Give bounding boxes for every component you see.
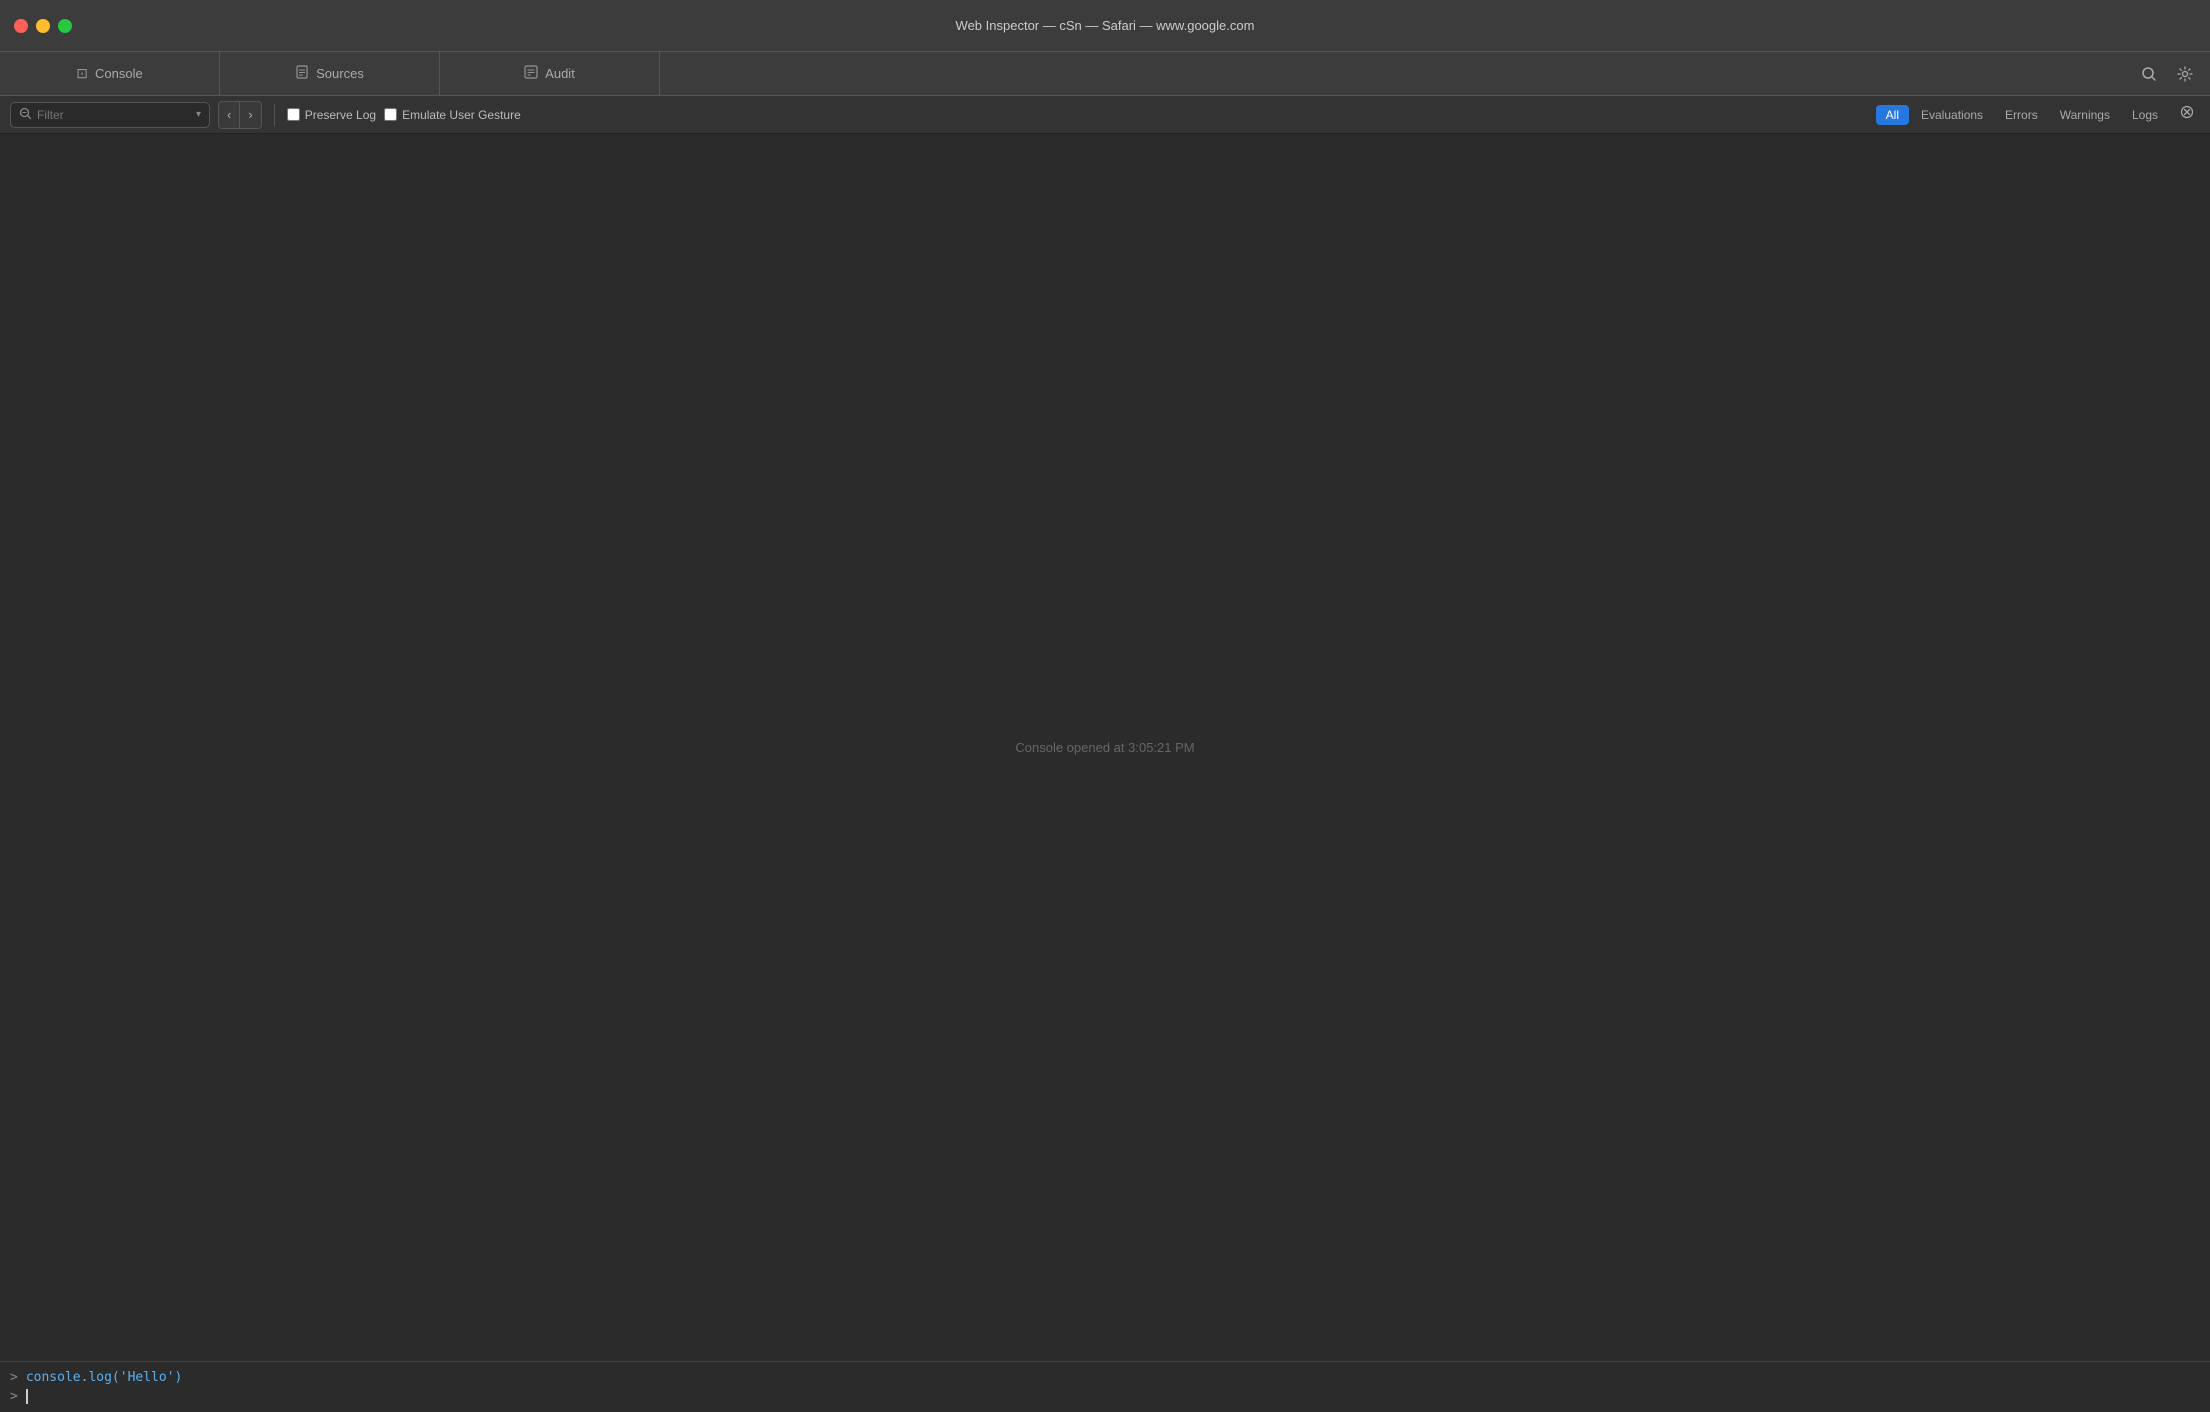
- filter-tab-errors[interactable]: Errors: [1995, 105, 2048, 125]
- tab-sources[interactable]: Sources: [220, 52, 440, 95]
- tab-audit[interactable]: Audit: [440, 52, 660, 95]
- sources-tab-label: Sources: [316, 66, 364, 81]
- settings-button[interactable]: [2170, 60, 2200, 88]
- tab-console[interactable]: ⊡ Console: [0, 52, 220, 95]
- console-content: Console opened at 3:05:21 PM > console.l…: [0, 134, 2210, 1412]
- filter-tab-evaluations[interactable]: Evaluations: [1911, 105, 1993, 125]
- console-opened-text: Console opened at 3:05:21 PM: [1015, 740, 1194, 755]
- tab-actions: [2124, 52, 2210, 95]
- console-history-code: console.log('Hello'): [26, 1370, 183, 1385]
- filter-search-icon: [19, 107, 32, 123]
- audit-tab-label: Audit: [545, 66, 575, 81]
- filter-tab-warnings[interactable]: Warnings: [2050, 105, 2120, 125]
- preserve-log-label[interactable]: Preserve Log: [287, 108, 376, 122]
- console-empty-area: Console opened at 3:05:21 PM: [0, 134, 2210, 1361]
- emulate-user-gesture-checkbox[interactable]: [384, 108, 397, 121]
- emulate-user-gesture-text: Emulate User Gesture: [402, 108, 521, 122]
- console-tab-label: Console: [95, 66, 143, 81]
- maximize-button[interactable]: [58, 19, 72, 33]
- close-button[interactable]: [14, 19, 28, 33]
- toolbar-separator-1: [274, 104, 275, 126]
- filter-input[interactable]: [37, 108, 191, 122]
- console-toolbar: ▾ ‹ › Preserve Log Emulate User Gesture …: [0, 96, 2210, 134]
- console-history-prompt: >: [10, 1370, 18, 1385]
- sources-tab-icon: [295, 65, 309, 82]
- next-button[interactable]: ›: [240, 102, 260, 128]
- clear-console-button[interactable]: [2174, 103, 2200, 126]
- window-title: Web Inspector — cSn — Safari — www.googl…: [956, 18, 1255, 33]
- console-current-prompt: >: [10, 1389, 18, 1404]
- nav-buttons: ‹ ›: [218, 101, 262, 129]
- tab-bar: ⊡ Console Sources Audit: [0, 52, 2210, 96]
- console-tab-icon: ⊡: [76, 65, 88, 82]
- filter-tab-logs[interactable]: Logs: [2122, 105, 2168, 125]
- emulate-user-gesture-label[interactable]: Emulate User Gesture: [384, 108, 521, 122]
- console-history-line: > console.log('Hello'): [10, 1368, 2200, 1387]
- title-bar: Web Inspector — cSn — Safari — www.googl…: [0, 0, 2210, 52]
- prev-button[interactable]: ‹: [219, 102, 240, 128]
- search-button[interactable]: [2134, 60, 2164, 88]
- preserve-log-text: Preserve Log: [305, 108, 376, 122]
- audit-tab-icon: [524, 65, 538, 82]
- filter-tab-all[interactable]: All: [1876, 105, 1909, 125]
- filter-tabs: All Evaluations Errors Warnings Logs: [1876, 103, 2200, 126]
- filter-search-box[interactable]: ▾: [10, 102, 210, 128]
- console-cursor-line: >: [10, 1387, 2200, 1406]
- traffic-lights: [14, 19, 72, 33]
- console-input-area: > console.log('Hello') >: [0, 1361, 2210, 1412]
- preserve-log-checkbox[interactable]: [287, 108, 300, 121]
- minimize-button[interactable]: [36, 19, 50, 33]
- console-cursor: [26, 1389, 28, 1404]
- filter-dropdown-icon[interactable]: ▾: [196, 109, 201, 120]
